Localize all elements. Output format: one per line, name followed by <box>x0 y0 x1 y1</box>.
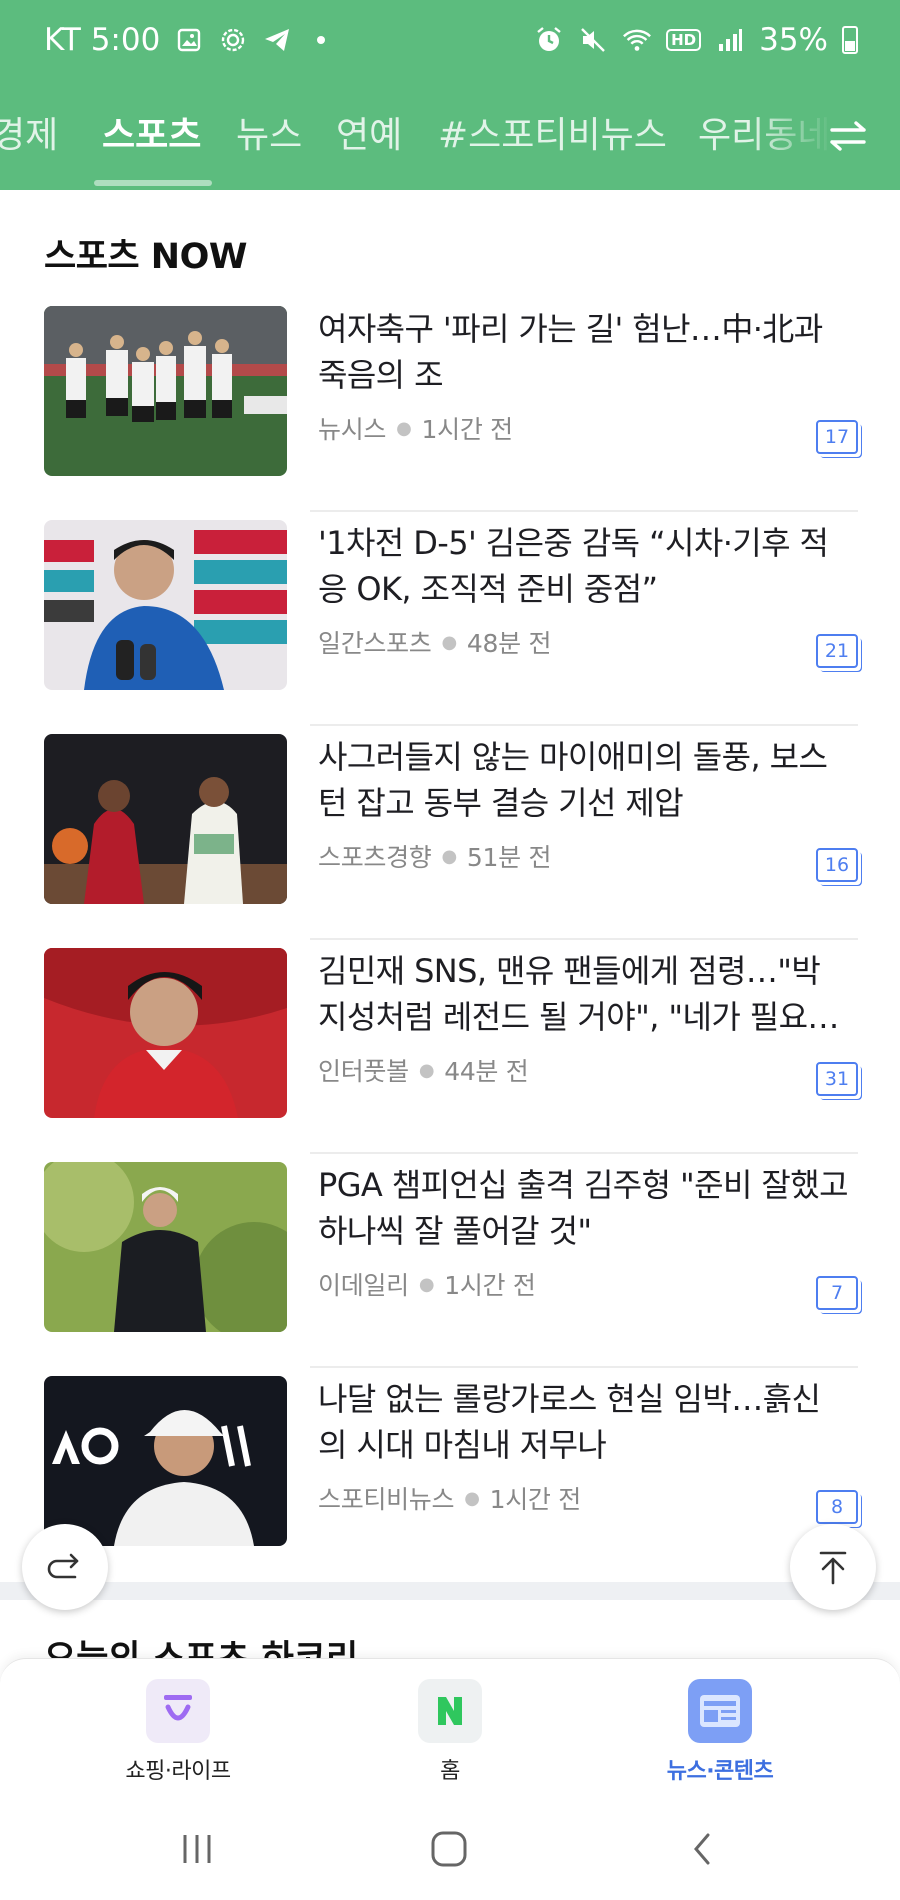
status-bar: KT 5:00 HD 35% <box>0 0 900 84</box>
separator-dot: ● <box>441 631 458 653</box>
telegram-icon <box>262 25 292 55</box>
football-player-photo[interactable] <box>44 948 287 1118</box>
golfer-photo[interactable] <box>44 1162 287 1332</box>
news-meta: 이데일리 ● 1시간 전 <box>318 1266 536 1302</box>
recent-apps-button[interactable] <box>167 1824 227 1874</box>
comment-count-badge[interactable]: 17 <box>816 420 858 454</box>
news-source: 일간스포츠 <box>318 629 432 658</box>
news-time: 1시간 전 <box>421 415 514 444</box>
nav-home[interactable]: 홈 <box>350 1679 550 1785</box>
tab-economy[interactable]: 경제 <box>0 106 58 158</box>
shopping-bag-icon <box>146 1679 210 1743</box>
news-meta: 인터풋볼 ● 44분 전 <box>318 1052 529 1088</box>
tab-fade <box>750 96 900 190</box>
nav-label: 뉴스·콘텐츠 <box>666 1759 774 1784</box>
battery-icon <box>842 26 858 54</box>
news-time: 51분 전 <box>466 843 552 872</box>
news-time: 44분 전 <box>444 1057 529 1086</box>
tab-reorder-icon[interactable] <box>826 114 870 158</box>
nav-label: 쇼핑·라이프 <box>125 1759 231 1784</box>
signal-icon <box>715 25 745 55</box>
news-time: 1시간 전 <box>489 1485 582 1514</box>
scroll-to-top-button[interactable] <box>790 1524 876 1610</box>
coach-interview-photo[interactable] <box>44 520 287 690</box>
comment-count-badge[interactable]: 7 <box>816 1276 858 1310</box>
news-headline[interactable]: 나달 없는 롤랑가로스 현실 임박…흙신의 시대 마침내 저무나 <box>318 1376 848 1468</box>
tab-spotv-news[interactable]: #스포티비뉴스 <box>438 106 667 158</box>
system-navigation-bar <box>0 1794 900 1900</box>
battery-percent: 35% <box>759 22 828 58</box>
news-feed: 스포츠 NOW 여자축구 '파리 가는 길' 험난…中·北과 죽음의 조 뉴시스… <box>0 190 900 1660</box>
news-item[interactable]: 사그러들지 않는 마이애미의 돌풍, 보스턴 잡고 동부 결승 기선 제압 스포… <box>44 726 858 940</box>
separator-dot: ● <box>396 417 412 439</box>
news-content-icon <box>688 1679 752 1743</box>
next-section-title: 오늘의 스포츠 하코리 <box>44 1639 359 1660</box>
news-meta: 스포티비뉴스 ● 1시간 전 <box>318 1480 581 1516</box>
share-arrow-icon <box>47 1553 79 1579</box>
news-source: 뉴시스 <box>318 415 387 444</box>
news-headline[interactable]: 여자축구 '파리 가는 길' 험난…中·北과 죽음의 조 <box>318 306 848 398</box>
nav-news-content[interactable]: 뉴스·콘텐츠 <box>620 1679 820 1785</box>
news-item[interactable]: '1차전 D-5' 김은중 감독 “시차·기후 적응 OK, 조직적 준비 중점… <box>44 512 858 726</box>
comment-count-badge[interactable]: 21 <box>816 634 858 668</box>
news-time: 1시간 전 <box>444 1271 536 1300</box>
tennis-player-photo[interactable] <box>44 1376 287 1546</box>
hd-voice-icon: HD <box>666 29 702 51</box>
nav-shopping-life[interactable]: 쇼핑·라이프 <box>78 1679 278 1785</box>
separator-dot: ● <box>441 845 458 867</box>
separator-dot: ● <box>418 1273 435 1295</box>
news-source: 인터풋볼 <box>318 1057 409 1086</box>
section-separator <box>0 1582 900 1600</box>
news-meta: 일간스포츠 ● 48분 전 <box>318 624 551 660</box>
news-item[interactable]: 여자축구 '파리 가는 길' 험난…中·北과 죽음의 조 뉴시스 ● 1시간 전… <box>44 298 858 512</box>
women-football-team-photo[interactable] <box>44 306 287 476</box>
gallery-icon <box>174 25 204 55</box>
back-chevron-icon <box>694 1833 710 1865</box>
news-source: 스포티비뉴스 <box>318 1485 455 1514</box>
news-source: 이데일리 <box>318 1271 409 1300</box>
comment-count-badge[interactable]: 16 <box>816 848 858 882</box>
arrow-up-icon <box>819 1551 847 1585</box>
news-headline[interactable]: 김민재 SNS, 맨유 팬들에게 점령…"박지성처럼 레전드 될 거야", "네… <box>318 948 848 1040</box>
tab-entertainment[interactable]: 연예 <box>336 106 402 158</box>
basketball-game-photo[interactable] <box>44 734 287 904</box>
news-headline[interactable]: PGA 챔피언십 출격 김주형 "준비 잘했고 하나씩 잘 풀어갈 것" <box>318 1162 848 1254</box>
share-button[interactable] <box>22 1524 108 1610</box>
news-item[interactable]: 나달 없는 롤랑가로스 현실 임박…흙신의 시대 마침내 저무나 스포티비뉴스 … <box>44 1368 858 1582</box>
app-header: KT 5:00 HD 35% 경제 스포츠 뉴스 연예 #스포티비뉴스 <box>0 0 900 190</box>
carrier-time: KT 5:00 <box>44 22 161 58</box>
home-icon <box>431 1831 467 1867</box>
tab-sports[interactable]: 스포츠 <box>102 106 201 158</box>
recent-apps-icon <box>183 1835 211 1863</box>
wifi-icon <box>622 25 652 55</box>
home-button[interactable] <box>419 1824 479 1874</box>
news-time: 48분 전 <box>466 629 552 658</box>
news-source: 스포츠경향 <box>318 843 432 872</box>
separator-dot: ● <box>418 1059 435 1081</box>
mute-icon <box>578 25 608 55</box>
news-meta: 스포츠경향 ● 51분 전 <box>318 838 551 874</box>
news-meta: 뉴시스 ● 1시간 전 <box>318 410 513 446</box>
news-item[interactable]: PGA 챔피언십 출격 김주형 "준비 잘했고 하나씩 잘 풀어갈 것" 이데일… <box>44 1154 858 1368</box>
tab-news[interactable]: 뉴스 <box>236 106 302 158</box>
naver-n-icon <box>418 1679 482 1743</box>
section-title: 스포츠 NOW <box>44 237 247 277</box>
comment-count-badge[interactable]: 31 <box>816 1062 858 1096</box>
alarm-icon <box>534 25 564 55</box>
active-tab-indicator <box>94 180 212 186</box>
comment-count-badge[interactable]: 8 <box>816 1490 858 1524</box>
notification-dot-icon <box>306 25 336 55</box>
nav-label: 홈 <box>440 1759 460 1784</box>
settings-cog-icon <box>218 25 248 55</box>
back-button[interactable] <box>672 1824 732 1874</box>
separator-dot: ● <box>464 1487 480 1509</box>
category-tabs: 경제 스포츠 뉴스 연예 #스포티비뉴스 우리동네 <box>0 96 900 190</box>
news-headline[interactable]: 사그러들지 않는 마이애미의 돌풍, 보스턴 잡고 동부 결승 기선 제압 <box>318 734 848 826</box>
news-item[interactable]: 김민재 SNS, 맨유 팬들에게 점령…"박지성처럼 레전드 될 거야", "네… <box>44 940 858 1154</box>
news-headline[interactable]: '1차전 D-5' 김은중 감독 “시차·기후 적응 OK, 조직적 준비 중점… <box>318 520 848 612</box>
bottom-navigation: 쇼핑·라이프 홈 뉴스·콘텐츠 <box>0 1658 900 1794</box>
